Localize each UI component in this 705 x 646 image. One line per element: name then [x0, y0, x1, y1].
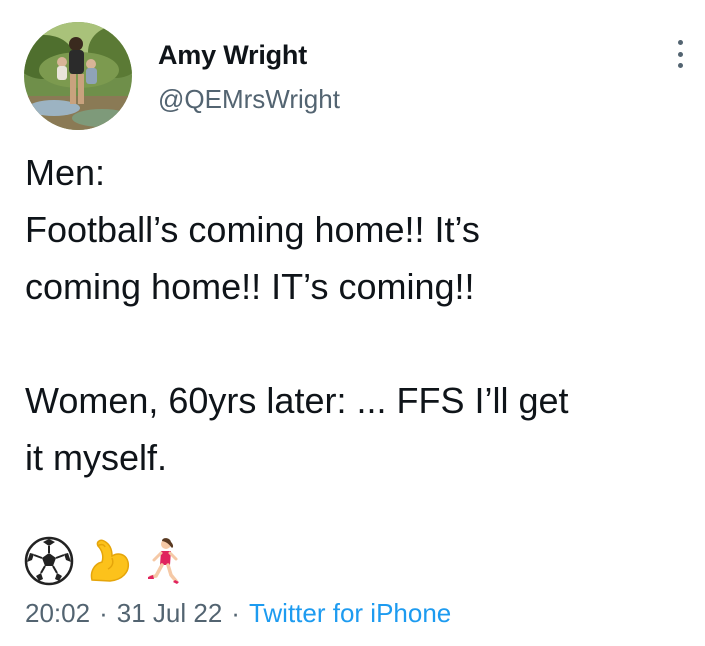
avatar[interactable] — [24, 22, 132, 130]
tweet-source-link[interactable]: Twitter for iPhone — [249, 598, 451, 629]
meta-separator: · — [231, 598, 240, 628]
tweet-date[interactable]: 31 Jul 22 — [117, 598, 223, 629]
tweet-emojis — [24, 535, 184, 587]
soccer-ball-icon — [24, 536, 74, 586]
meta-separator: · — [99, 598, 108, 628]
more-options-icon[interactable] — [671, 38, 689, 70]
tweet-card: Amy Wright @QEMrsWright Men: Football’s … — [0, 0, 705, 646]
author-name[interactable]: Amy Wright — [158, 40, 307, 71]
woman-running-icon — [144, 536, 184, 586]
avatar-photo — [24, 22, 132, 130]
flexed-biceps-icon — [84, 536, 134, 586]
tweet-meta: 20:02 · 31 Jul 22 · Twitter for iPhone — [25, 598, 451, 629]
author-handle[interactable]: @QEMrsWright — [158, 84, 340, 115]
tweet-text: Men: Football’s coming home!! It’s comin… — [25, 152, 569, 478]
tweet-time[interactable]: 20:02 — [25, 598, 90, 629]
